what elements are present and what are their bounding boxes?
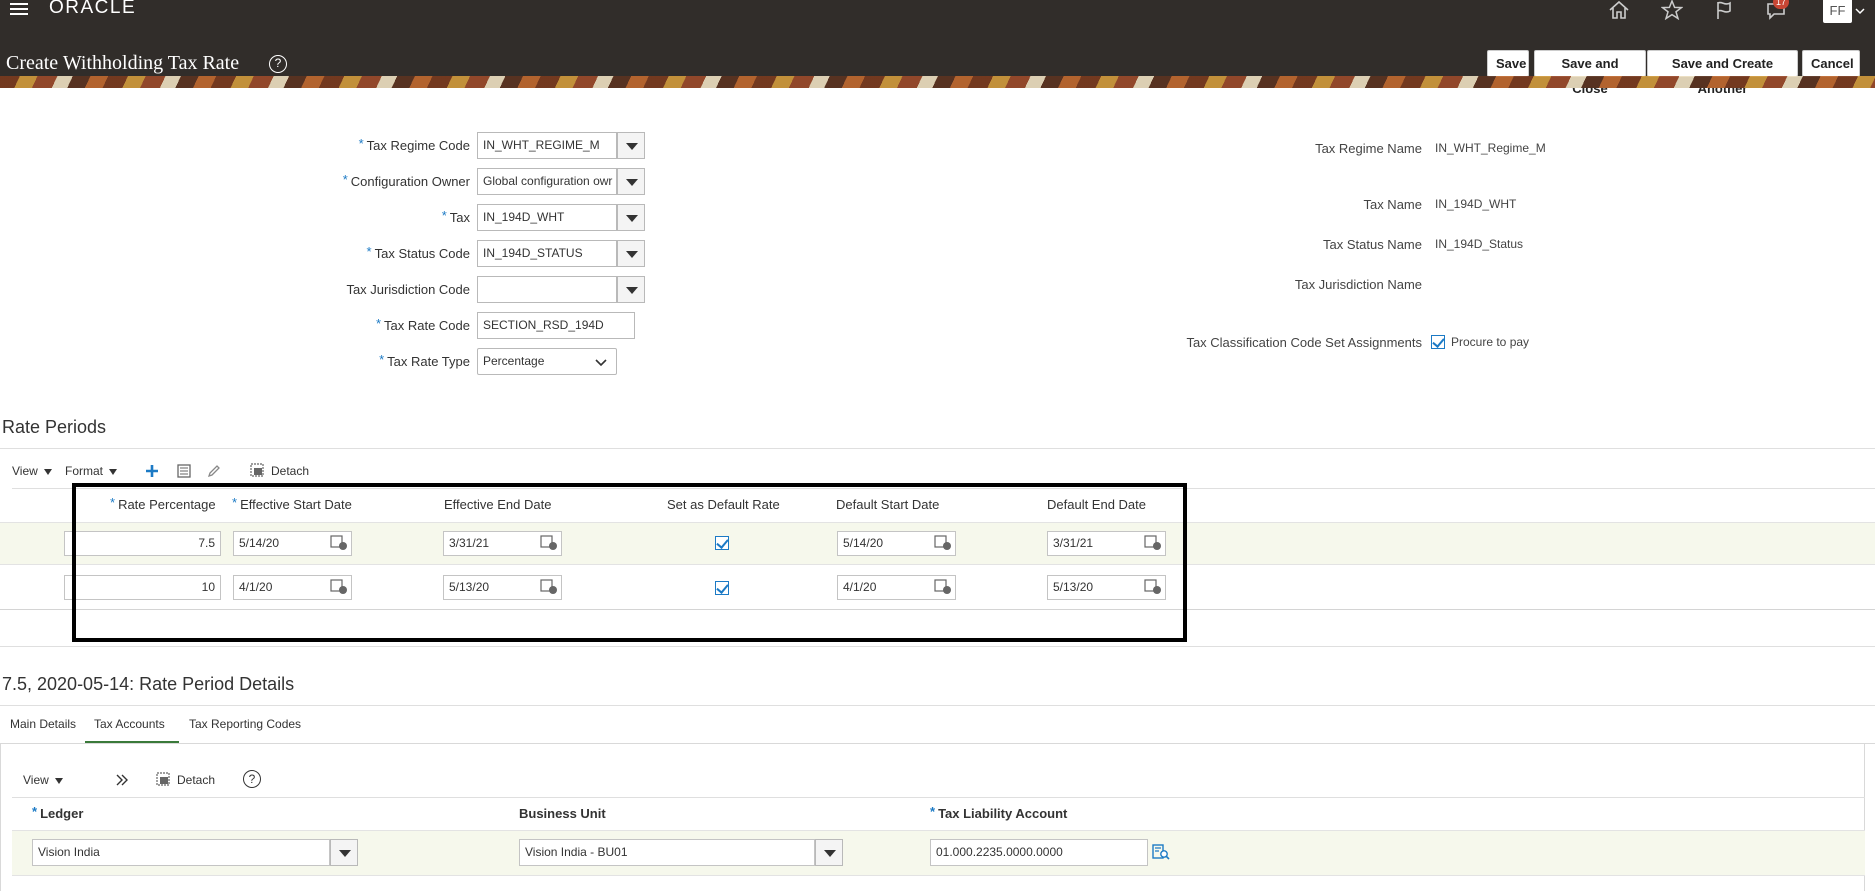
procure-to-pay-label: Procure to pay xyxy=(1451,335,1530,349)
tax-regime-code-dropdown[interactable] xyxy=(617,132,645,159)
highlight-box xyxy=(72,483,1187,642)
configuration-owner-dropdown[interactable] xyxy=(617,168,645,195)
business-unit-field[interactable]: Vision India - BU01 xyxy=(519,839,815,866)
rate-period-details-title: 7.5, 2020-05-14: Rate Period Details xyxy=(2,674,295,694)
divider xyxy=(0,646,1875,647)
view-menu[interactable]: View xyxy=(12,464,52,478)
user-avatar[interactable]: FF xyxy=(1823,0,1852,23)
tax-rate-code-input[interactable]: SECTION_RSD_194D xyxy=(477,312,635,339)
col-ledger[interactable]: * Ledger xyxy=(32,804,83,821)
save-and-create-another-button[interactable]: Save and Create Another xyxy=(1647,50,1798,96)
edit-icon[interactable] xyxy=(206,463,222,479)
chevron-down-icon[interactable] xyxy=(595,356,607,368)
tax-dropdown[interactable] xyxy=(617,204,645,231)
cancel-button[interactable]: Cancel xyxy=(1802,50,1860,77)
ledger-field[interactable]: Vision India xyxy=(32,839,330,866)
rate-periods-title: Rate Periods xyxy=(2,417,107,437)
add-icon[interactable] xyxy=(144,463,160,479)
divider xyxy=(0,705,1875,706)
divider xyxy=(12,797,1865,798)
tax-regime-name-label: Tax Regime Name xyxy=(1315,141,1422,156)
page-title: Create Withholding Tax Rate xyxy=(6,52,240,74)
divider xyxy=(0,448,1875,449)
detach-icon[interactable] xyxy=(249,462,265,478)
tax-regime-name-value: IN_WHT_Regime_M xyxy=(1435,141,1546,155)
detach-button[interactable]: Detach xyxy=(177,773,215,787)
tax-rate-code-label: * Tax Rate Code xyxy=(375,316,470,333)
table-icon[interactable] xyxy=(176,463,192,479)
tax-status-code-dropdown[interactable] xyxy=(617,240,645,267)
tax-liability-account-input[interactable]: 01.000.2235.0000.0000 xyxy=(930,839,1148,866)
home-icon[interactable] xyxy=(1608,0,1630,20)
save-and-close-button[interactable]: Save and Close xyxy=(1534,50,1646,96)
detach-button[interactable]: Detach xyxy=(271,464,309,478)
tax-jurisdiction-code-label: Tax Jurisdiction Code xyxy=(346,282,470,297)
configuration-owner-field[interactable]: Global configuration owr xyxy=(477,168,617,195)
tax-regime-code-field[interactable]: IN_WHT_REGIME_M xyxy=(477,132,617,159)
format-menu[interactable]: Format xyxy=(65,464,118,478)
help-icon[interactable]: ? xyxy=(243,770,261,788)
tax-name-label: Tax Name xyxy=(1363,197,1422,212)
tax-jurisdiction-code-dropdown[interactable] xyxy=(617,276,645,303)
tax-status-code-field[interactable]: IN_194D_STATUS xyxy=(477,240,617,267)
view-menu[interactable]: View xyxy=(23,773,63,787)
double-chevron-right-icon[interactable] xyxy=(115,773,129,787)
tax-status-name-label: Tax Status Name xyxy=(1323,237,1422,252)
tab-main-details[interactable]: Main Details xyxy=(10,717,76,731)
tax-jurisdiction-name-label: Tax Jurisdiction Name xyxy=(1294,277,1422,292)
procure-to-pay-checkbox[interactable] xyxy=(1431,335,1445,349)
tab-tax-accounts[interactable]: Tax Accounts xyxy=(94,717,165,731)
business-unit-dropdown[interactable] xyxy=(815,839,843,866)
tax-classification-label: Tax Classification Code Set Assignments xyxy=(1186,335,1422,350)
flag-icon[interactable] xyxy=(1713,0,1735,20)
tax-name-value: IN_194D_WHT xyxy=(1435,197,1517,211)
tax-status-name-value: IN_194D_Status xyxy=(1435,237,1524,251)
col-business-unit[interactable]: Business Unit xyxy=(519,806,606,821)
oracle-logo[interactable]: ORACLE xyxy=(49,0,136,19)
decorative-banner xyxy=(0,76,1875,88)
ledger-dropdown[interactable] xyxy=(330,839,358,866)
tax-status-code-label: * Tax Status Code xyxy=(366,244,470,261)
tax-rate-type-label: * Tax Rate Type xyxy=(379,352,470,369)
tax-field[interactable]: IN_194D_WHT xyxy=(477,204,617,231)
configuration-owner-label: * Configuration Owner xyxy=(342,172,470,189)
chevron-down-icon[interactable] xyxy=(1855,6,1865,16)
detach-icon[interactable] xyxy=(155,771,171,787)
tax-label: * Tax xyxy=(441,208,470,225)
menu-icon[interactable] xyxy=(10,1,30,17)
account-search-icon[interactable] xyxy=(1152,843,1170,861)
col-tax-liability-account[interactable]: * Tax Liability Account xyxy=(930,804,1067,821)
tab-tax-reporting-codes[interactable]: Tax Reporting Codes xyxy=(189,717,301,731)
tax-jurisdiction-code-field[interactable] xyxy=(477,276,617,303)
help-icon[interactable]: ? xyxy=(269,55,287,73)
tax-regime-code-label: * Tax Regime Code xyxy=(358,136,470,153)
star-icon[interactable] xyxy=(1661,0,1683,20)
save-button[interactable]: Save xyxy=(1487,50,1529,77)
